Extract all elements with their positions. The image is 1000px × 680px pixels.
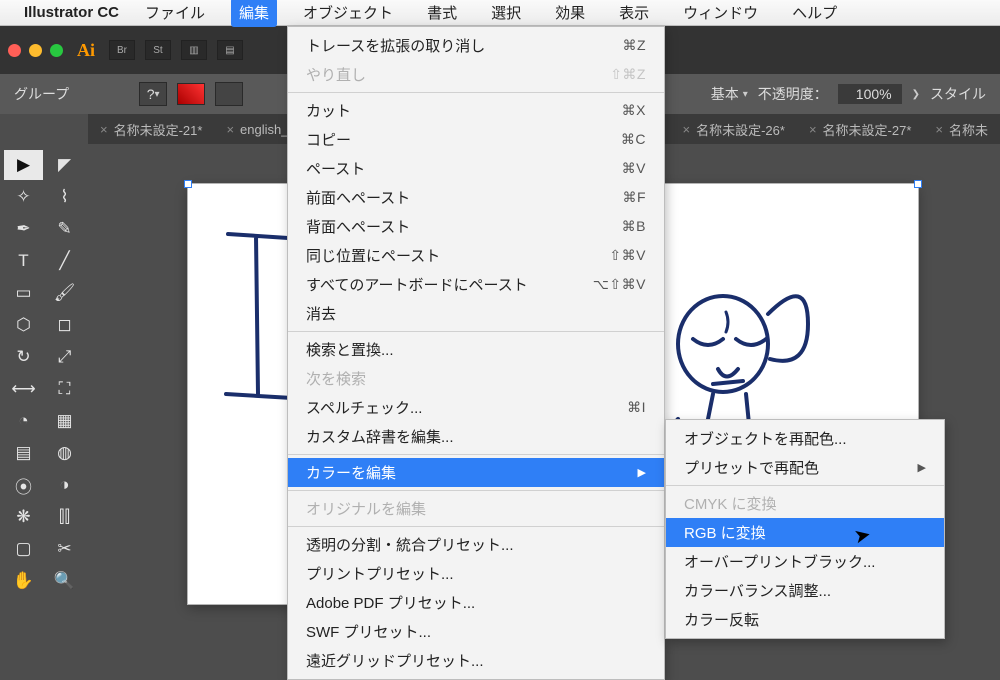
menu-item[interactable]: 同じ位置にペースト⇧⌘V: [288, 241, 664, 270]
document-tab[interactable]: ×名称未設定-21*: [88, 114, 214, 144]
menu-効果[interactable]: 効果: [547, 0, 593, 27]
menu-item[interactable]: Adobe PDF プリセット...: [288, 588, 664, 617]
close-tab-icon[interactable]: ×: [226, 122, 234, 137]
gradient-tool-icon[interactable]: ◍: [45, 438, 84, 468]
symbol-sprayer-tool-icon[interactable]: ❋: [4, 502, 43, 532]
artboard-tool-icon[interactable]: ▢: [4, 534, 43, 564]
mac-menubar: Illustrator CC ファイル編集オブジェクト書式選択効果表示ウィンドウ…: [0, 0, 1000, 26]
menu-item[interactable]: カット⌘X: [288, 96, 664, 125]
workspace-chip[interactable]: Br: [109, 40, 135, 60]
shaper-tool-icon[interactable]: ⬡: [4, 310, 43, 340]
style-label: スタイル: [930, 84, 986, 104]
opacity-select[interactable]: 100%: [838, 84, 902, 104]
blend-tool-icon[interactable]: ◑: [45, 470, 84, 500]
menu-item[interactable]: SWF プリセット...: [288, 617, 664, 646]
close-tab-icon[interactable]: ×: [100, 122, 108, 137]
menu-item[interactable]: プリセットで再配色▶: [666, 453, 944, 482]
close-icon[interactable]: [8, 44, 21, 57]
column-graph-tool-icon[interactable]: ⫿⫿: [45, 502, 84, 532]
paintbrush-tool-icon[interactable]: 🖌: [45, 278, 84, 308]
chevron-right-icon[interactable]: ❯: [912, 89, 920, 100]
menu-item[interactable]: オーバープリントブラック...: [666, 547, 944, 576]
direct-selection-tool-icon[interactable]: ◤: [45, 150, 84, 180]
window-controls[interactable]: [8, 44, 63, 57]
menu-item: CMYK に変換: [666, 489, 944, 518]
width-tool-icon[interactable]: ⟷: [4, 374, 43, 404]
perspective-tool-icon[interactable]: ▦: [45, 406, 84, 436]
minimize-icon[interactable]: [29, 44, 42, 57]
brush-preset-select[interactable]: 基本▾: [711, 84, 748, 104]
close-tab-icon[interactable]: ×: [809, 122, 817, 137]
fill-swatch[interactable]: [177, 83, 205, 105]
menu-ウィンドウ[interactable]: ウィンドウ: [675, 0, 766, 27]
menu-item: 次を検索: [288, 364, 664, 393]
menu-item[interactable]: 遠近グリッドプリセット...: [288, 646, 664, 675]
menu-item[interactable]: RGB に変換: [666, 518, 944, 547]
menu-ファイル[interactable]: ファイル: [137, 0, 213, 27]
menu-item[interactable]: カスタム辞書を編集...: [288, 422, 664, 451]
menu-item[interactable]: オブジェクトを再配色...: [666, 424, 944, 453]
app-name: Illustrator CC: [24, 4, 119, 21]
selection-type-label: グループ: [14, 84, 69, 104]
menu-item[interactable]: プリントプリセット...: [288, 559, 664, 588]
document-tab[interactable]: ×名称未設定-26*: [670, 114, 796, 144]
menu-オブジェクト[interactable]: オブジェクト: [295, 0, 401, 27]
tool-panel: ▶◤ ✧⌇ ✒✎ T╱ ▭🖌 ⬡◻ ↻⤢ ⟷⛶ ◔▦ ▤◍ ⦿◑ ❋⫿⫿ ▢✂ …: [0, 144, 88, 610]
slice-tool-icon[interactable]: ✂: [45, 534, 84, 564]
menu-編集[interactable]: 編集: [231, 0, 277, 27]
selection-tool-icon[interactable]: ▶: [4, 150, 43, 180]
lasso-tool-icon[interactable]: ⌇: [45, 182, 84, 212]
close-tab-icon[interactable]: ×: [935, 122, 943, 137]
menu-item[interactable]: 消去: [288, 299, 664, 328]
menu-item: オリジナルを編集: [288, 494, 664, 523]
line-tool-icon[interactable]: ╱: [45, 246, 84, 276]
menu-item[interactable]: ペースト⌘V: [288, 154, 664, 183]
menu-item[interactable]: すべてのアートボードにペースト⌥⇧⌘V: [288, 270, 664, 299]
hand-tool-icon[interactable]: ✋: [4, 566, 43, 596]
close-tab-icon[interactable]: ×: [682, 122, 690, 137]
document-tab[interactable]: ×名称未: [923, 114, 1000, 144]
zoom-tool-icon[interactable]: 🔍: [45, 566, 84, 596]
menu-item[interactable]: カラーバランス調整...: [666, 576, 944, 605]
edit-color-submenu: オブジェクトを再配色...プリセットで再配色▶ CMYK に変換RGB に変換オー…: [665, 419, 945, 639]
help-chip[interactable]: ?▾: [139, 82, 167, 106]
menu-item: やり直し⇧⌘Z: [288, 60, 664, 89]
stroke-swatch[interactable]: [215, 82, 243, 106]
opacity-label: 不透明度：: [758, 84, 828, 104]
eyedropper-tool-icon[interactable]: ⦿: [4, 470, 43, 500]
menu-item[interactable]: 検索と置換...: [288, 335, 664, 364]
rotate-tool-icon[interactable]: ↻: [4, 342, 43, 372]
free-transform-tool-icon[interactable]: ⛶: [45, 374, 84, 404]
menu-item[interactable]: カラー反転: [666, 605, 944, 634]
menu-書式[interactable]: 書式: [419, 0, 465, 27]
menu-item[interactable]: カラーを編集▶: [288, 458, 664, 487]
document-tab[interactable]: ×名称未設定-27*: [797, 114, 923, 144]
sketch-stroke: [218, 224, 298, 424]
maximize-icon[interactable]: [50, 44, 63, 57]
mesh-tool-icon[interactable]: ▤: [4, 438, 43, 468]
magic-wand-tool-icon[interactable]: ✧: [4, 182, 43, 212]
menu-item[interactable]: 透明の分割・統合プリセット...: [288, 530, 664, 559]
menu-選択[interactable]: 選択: [483, 0, 529, 27]
menu-ヘルプ[interactable]: ヘルプ: [784, 0, 845, 27]
illustrator-logo-icon: Ai: [73, 40, 99, 61]
menu-item[interactable]: トレースを拡張の取り消し⌘Z: [288, 31, 664, 60]
menu-item[interactable]: スペルチェック...⌘I: [288, 393, 664, 422]
layout-icon[interactable]: ▥: [181, 40, 207, 60]
scale-tool-icon[interactable]: ⤢: [45, 342, 84, 372]
menu-item[interactable]: 前面へペースト⌘F: [288, 183, 664, 212]
eraser-tool-icon[interactable]: ◻: [45, 310, 84, 340]
menu-item[interactable]: コピー⌘C: [288, 125, 664, 154]
workspace-chip[interactable]: St: [145, 40, 171, 60]
rectangle-tool-icon[interactable]: ▭: [4, 278, 43, 308]
menu-表示[interactable]: 表示: [611, 0, 657, 27]
pen-tool-icon[interactable]: ✒: [4, 214, 43, 244]
layout-icon[interactable]: ▤: [217, 40, 243, 60]
menu-item[interactable]: 背面へペースト⌘B: [288, 212, 664, 241]
shape-builder-tool-icon[interactable]: ◔: [4, 406, 43, 436]
edit-menu-dropdown: トレースを拡張の取り消し⌘Zやり直し⇧⌘Z カット⌘Xコピー⌘Cペースト⌘V前面へ…: [287, 26, 665, 680]
type-tool-icon[interactable]: T: [4, 246, 43, 276]
curvature-tool-icon[interactable]: ✎: [45, 214, 84, 244]
